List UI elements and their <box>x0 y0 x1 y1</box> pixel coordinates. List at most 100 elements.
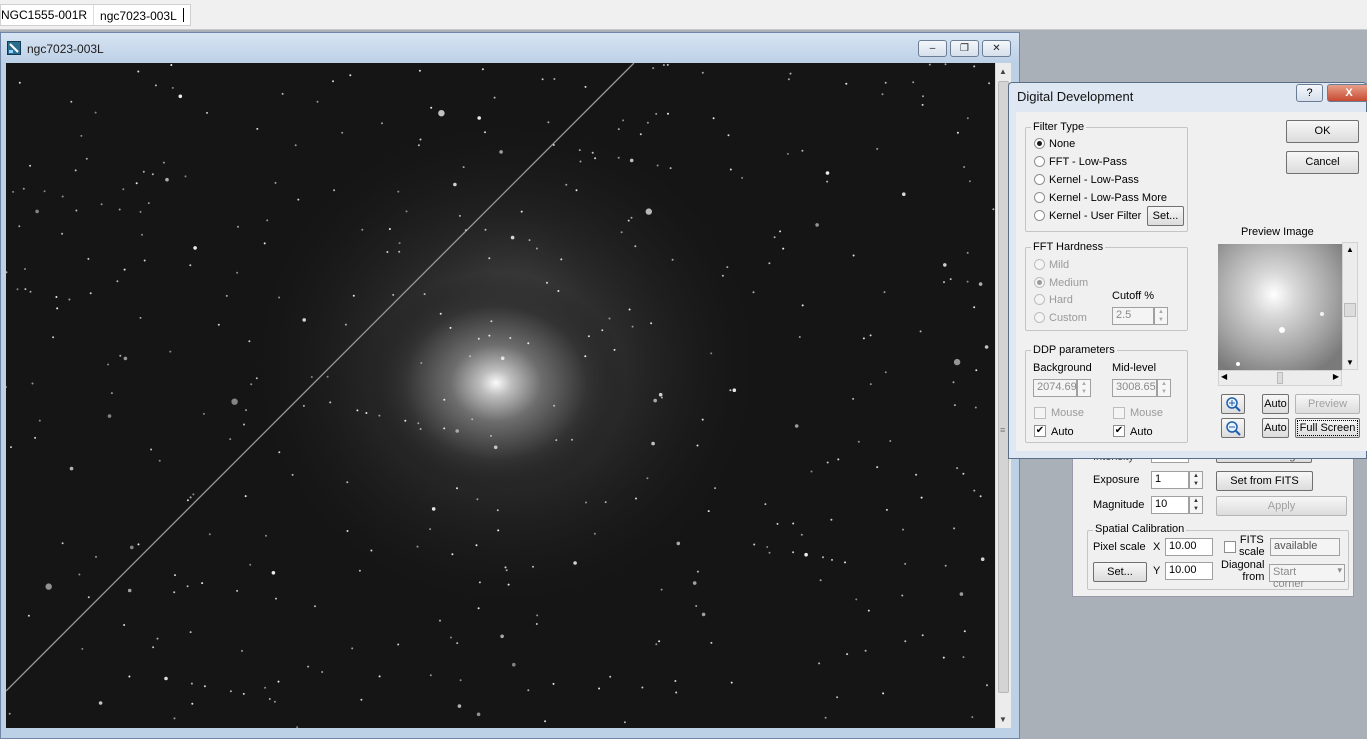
tab-ngc7023[interactable]: ngc7023-003L <box>93 5 190 25</box>
zoom-in-auto-button[interactable]: Auto <box>1262 394 1289 414</box>
hardness-custom-radio[interactable] <box>1034 312 1045 323</box>
ddp-parameters-title: DDP parameters <box>1031 344 1117 356</box>
background-field[interactable]: 2074.69 <box>1033 379 1077 397</box>
filter-fft-lowpass-label: FFT - Low-Pass <box>1049 156 1128 168</box>
cutoff-label: Cutoff % <box>1112 290 1154 302</box>
midlevel-mouse-label: Mouse <box>1130 407 1164 419</box>
diagonal-label-1: Diagonal <box>1221 559 1265 571</box>
hardness-mild-radio[interactable] <box>1034 259 1045 270</box>
exposure-field[interactable]: 1 <box>1151 471 1189 489</box>
background-mouse-label: Mouse <box>1051 407 1085 419</box>
preview-hscroll-thumb[interactable] <box>1277 372 1283 384</box>
hardness-medium-label: Medium <box>1049 277 1089 289</box>
zoom-out-button[interactable] <box>1221 418 1245 438</box>
image-properties-panel: Intensity Set from Image Exposure 1 ▲▼ S… <box>1072 445 1354 597</box>
preview-scroll-right-icon[interactable]: ▶ <box>1333 372 1339 381</box>
set-from-fits-button[interactable]: Set from FITS <box>1216 471 1313 491</box>
scroll-grip-icon: ≡ <box>1000 425 1006 435</box>
background-mouse-checkbox[interactable] <box>1034 407 1046 419</box>
filter-none-label: None <box>1049 138 1076 150</box>
fits-scale-checkbox[interactable] <box>1224 541 1236 553</box>
filter-kernel-user-label: Kernel - User Filter <box>1049 210 1142 222</box>
preview-horizontal-scrollbar[interactable]: ◀ ▶ <box>1218 370 1342 386</box>
cancel-button[interactable]: Cancel <box>1286 151 1359 174</box>
preview-scroll-up-icon[interactable]: ▲ <box>1346 245 1354 254</box>
background-spinner[interactable]: ▲ ▼ <box>1077 379 1091 397</box>
preview-button[interactable]: Preview <box>1295 394 1360 414</box>
magnitude-spinner[interactable]: ▲ ▼ <box>1189 496 1203 514</box>
dialog-close-button[interactable]: X <box>1327 84 1367 102</box>
hardness-medium-radio[interactable] <box>1034 277 1045 288</box>
scroll-down-arrow-icon[interactable]: ▼ <box>999 715 1007 724</box>
dropdown-arrow-icon: ▾ <box>1337 565 1342 575</box>
exposure-label: Exposure <box>1093 474 1140 486</box>
full-screen-button[interactable]: Full Screen <box>1295 418 1360 438</box>
pixel-scale-label: Pixel scale <box>1093 541 1146 553</box>
fits-scale-label-2: scale <box>1239 546 1265 558</box>
exposure-spinner[interactable]: ▲ ▼ <box>1189 471 1203 489</box>
preview-image <box>1218 244 1342 370</box>
diagonal-corner-value: Start corner <box>1273 566 1305 590</box>
hardness-hard-label: Hard <box>1049 294 1073 306</box>
restore-button[interactable]: ❐ <box>950 40 979 57</box>
zoom-out-icon <box>1226 421 1241 436</box>
image-window-titlebar[interactable]: ngc7023-003L – ❐ ✕ <box>1 33 1019 63</box>
filter-kernel-lowpass-radio[interactable] <box>1034 174 1045 185</box>
diagonal-corner-select[interactable]: Start corner ▾ <box>1269 564 1345 590</box>
filter-kernel-user-radio[interactable] <box>1034 210 1045 221</box>
spatial-set-button[interactable]: Set... <box>1093 562 1147 582</box>
x-label: X <box>1153 541 1161 553</box>
fits-scale-label: FITS scale <box>1239 534 1265 558</box>
filter-none-radio[interactable] <box>1034 138 1045 149</box>
cutoff-spinner[interactable]: ▲ ▼ <box>1154 307 1168 325</box>
scroll-up-arrow-icon[interactable]: ▲ <box>999 67 1007 76</box>
apply-button[interactable]: Apply <box>1216 496 1347 516</box>
preview-vscroll-thumb[interactable] <box>1344 303 1356 317</box>
midlevel-auto-label: Auto <box>1130 426 1153 438</box>
document-tab-bar: NGC1555-001R ngc7023-003L <box>0 0 1367 30</box>
tab-ngc1555[interactable]: NGC1555-001R <box>1 5 93 25</box>
pixel-scale-y-field[interactable]: 10.00 <box>1165 562 1213 580</box>
user-filter-set-button[interactable]: Set... <box>1147 206 1184 226</box>
hardness-hard-radio[interactable] <box>1034 294 1045 305</box>
filter-type-title: Filter Type <box>1031 121 1087 133</box>
hardness-custom-label: Custom <box>1049 312 1087 324</box>
cutoff-field[interactable]: 2.5 <box>1112 307 1154 325</box>
midlevel-spinner[interactable]: ▲ ▼ <box>1157 379 1171 397</box>
nebula-starfield-image <box>6 63 995 728</box>
background-auto-checkbox[interactable]: ✔ <box>1034 425 1046 437</box>
hardness-mild-label: Mild <box>1049 259 1070 271</box>
midlevel-auto-checkbox[interactable]: ✔ <box>1113 425 1125 437</box>
preview-scroll-left-icon[interactable]: ◀ <box>1221 372 1227 381</box>
filter-fft-lowpass-radio[interactable] <box>1034 156 1045 167</box>
preview-vertical-scrollbar[interactable]: ▲ ▼ <box>1342 242 1358 370</box>
help-button[interactable]: ? <box>1296 84 1323 102</box>
magnitude-field[interactable]: 10 <box>1151 496 1189 514</box>
background-auto-label: Auto <box>1051 426 1074 438</box>
zoom-out-auto-button[interactable]: Auto <box>1262 418 1289 438</box>
close-window-button[interactable]: ✕ <box>982 40 1011 57</box>
fits-scale-label-1: FITS <box>1239 534 1264 546</box>
text-caret <box>182 8 184 22</box>
y-label: Y <box>1153 565 1161 577</box>
dialog-title: Digital Development <box>1017 89 1134 104</box>
midlevel-field[interactable]: 3008.65 <box>1112 379 1157 397</box>
magnitude-label: Magnitude <box>1093 499 1145 511</box>
astro-image-canvas[interactable] <box>6 63 995 728</box>
fft-hardness-title: FFT Hardness <box>1031 241 1106 253</box>
minimize-button[interactable]: – <box>918 40 947 57</box>
pixel-scale-x-field[interactable]: 10.00 <box>1165 538 1213 556</box>
diagonal-label-2: from <box>1242 571 1265 583</box>
diagonal-from-label: Diagonal from <box>1221 559 1264 583</box>
spatial-calibration-title: Spatial Calibration <box>1093 523 1187 535</box>
preview-image-title: Preview Image <box>1241 226 1314 238</box>
filter-kernel-lowpass-label: Kernel - Low-Pass <box>1049 174 1139 186</box>
preview-scroll-down-icon[interactable]: ▼ <box>1346 358 1354 367</box>
tabs-container: NGC1555-001R ngc7023-003L <box>0 4 191 26</box>
ok-button[interactable]: OK <box>1286 120 1359 143</box>
preview-image-view[interactable] <box>1218 244 1342 370</box>
image-window: ngc7023-003L – ❐ ✕ ▲ ≡ ▼ <box>0 32 1020 739</box>
filter-kernel-lowpass-more-radio[interactable] <box>1034 192 1045 203</box>
zoom-in-button[interactable] <box>1221 394 1245 414</box>
midlevel-mouse-checkbox[interactable] <box>1113 407 1125 419</box>
